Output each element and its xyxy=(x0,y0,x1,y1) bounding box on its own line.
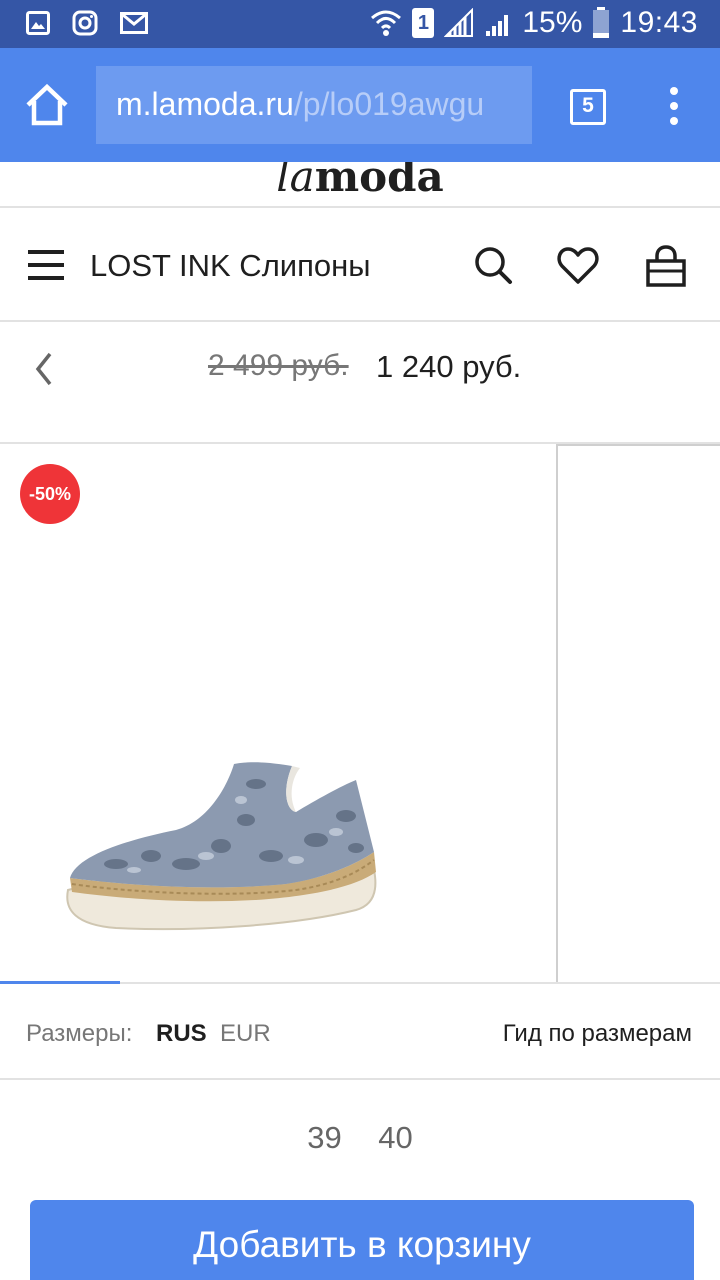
hamburger-menu-icon[interactable] xyxy=(28,250,64,280)
status-bar: 1 15% 19:43 xyxy=(0,0,720,48)
battery-percent: 15% xyxy=(522,6,583,39)
browser-toolbar: m.lamoda.ru/p/lo019awgu 5 xyxy=(0,48,720,162)
sizes-label: Размеры: xyxy=(26,1020,133,1047)
url-bar[interactable]: m.lamoda.ru/p/lo019awgu xyxy=(96,66,532,144)
size-options: 39 40 xyxy=(0,1120,720,1164)
url-path: /p/lo019awgu xyxy=(293,86,485,122)
discount-badge: -50% xyxy=(20,464,80,524)
home-icon[interactable] xyxy=(24,82,70,128)
overflow-menu-icon[interactable] xyxy=(660,86,688,126)
wifi-icon xyxy=(371,10,402,36)
gallery-icon xyxy=(26,11,50,35)
sizes-header: Размеры: RUS EUR Гид по размерам xyxy=(0,986,720,1080)
next-image-slide[interactable] xyxy=(556,444,720,984)
price-row: 2 499 руб. 1 240 руб. xyxy=(0,322,720,444)
site-logo[interactable]: lamoda xyxy=(0,162,720,201)
product-image-slide[interactable]: -50% xyxy=(0,444,554,984)
size-option[interactable]: 39 xyxy=(307,1120,341,1156)
size-guide-link[interactable]: Гид по размерам xyxy=(503,1020,692,1048)
instagram-icon xyxy=(72,10,98,36)
signal-icon xyxy=(486,15,509,36)
size-system-eur[interactable]: EUR xyxy=(220,1020,271,1048)
current-price: 1 240 руб. xyxy=(376,349,522,384)
sim-icon: 1 xyxy=(412,8,435,38)
old-price: 2 499 руб. xyxy=(208,349,349,382)
clock: 19:43 xyxy=(620,6,698,39)
shopping-bag-icon[interactable] xyxy=(644,244,688,288)
back-chevron-icon[interactable] xyxy=(30,350,58,388)
size-system-rus[interactable]: RUS xyxy=(156,1020,207,1048)
slip-on-shoe-image xyxy=(66,762,377,931)
gallery-progress-indicator xyxy=(0,981,120,984)
battery-icon xyxy=(593,7,610,38)
signal-icon xyxy=(444,8,474,37)
mail-icon xyxy=(120,12,148,34)
product-gallery[interactable]: -50% xyxy=(0,444,720,984)
screen: 1 15% 19:43 m.lamoda.ru/p/lo019awgu 5 la… xyxy=(0,0,720,1280)
site-header: lamoda xyxy=(0,162,720,208)
url-host: m.lamoda.ru xyxy=(116,86,294,122)
tab-switcher-button[interactable]: 5 xyxy=(570,89,606,125)
heart-icon[interactable] xyxy=(556,244,600,288)
add-to-cart-button[interactable]: Добавить в корзину xyxy=(30,1200,694,1280)
page-title: LOST INK Слипоны xyxy=(90,248,371,283)
size-option[interactable]: 40 xyxy=(378,1120,412,1156)
search-icon[interactable] xyxy=(472,244,516,288)
product-nav: LOST INK Слипоны xyxy=(0,208,720,322)
